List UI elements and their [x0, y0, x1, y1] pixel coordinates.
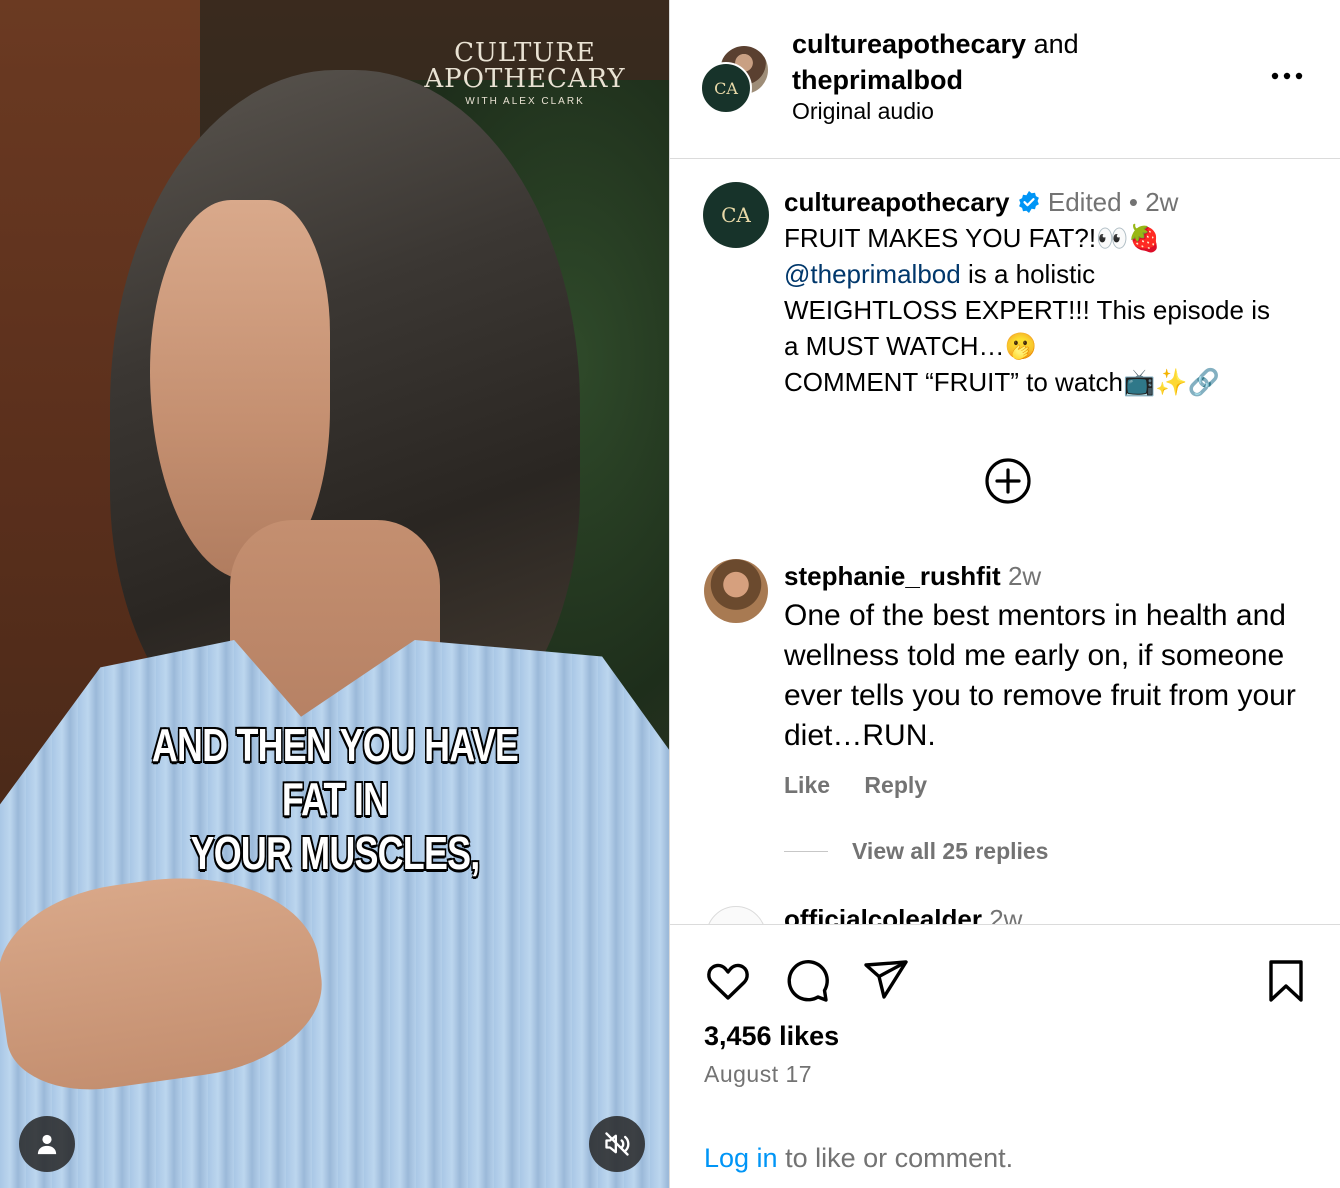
- post-caption: cultureapothecary Edited • 2w FRUIT MAKE…: [784, 184, 1314, 400]
- subtitle-line-2: YOUR MUSCLES,: [190, 827, 481, 879]
- comment-actions: Like Reply: [784, 772, 955, 799]
- tagged-users-button[interactable]: [19, 1116, 75, 1172]
- brand-line-1: CULTURE: [454, 38, 596, 68]
- verified-badge-icon: [1018, 191, 1039, 213]
- more-icon[interactable]: [1270, 66, 1304, 86]
- likes-count[interactable]: 3,456 likes: [704, 1021, 839, 1052]
- caption-line-1: FRUIT MAKES YOU FAT?!👀🍓: [784, 223, 1161, 253]
- post-panel: CA cultureapothecary and theprimalbod Or…: [669, 0, 1340, 1188]
- caption-line-5: COMMENT “FRUIT” to watch📺✨🔗: [784, 367, 1221, 397]
- view-replies-button[interactable]: View all 25 replies: [784, 838, 1048, 865]
- post-date[interactable]: August 17: [704, 1061, 812, 1088]
- author-logo-text: CA: [714, 78, 738, 98]
- subtitle-line-1: AND THEN YOU HAVE FAT IN: [151, 719, 519, 825]
- caption-edited-label: Edited: [1047, 187, 1122, 217]
- next-comment-avatar[interactable]: [706, 906, 766, 924]
- plus-circle-icon[interactable]: [983, 456, 1033, 506]
- post-footer: 3,456 likes August 17 Log in to like or …: [670, 924, 1340, 1188]
- caption-line-2: is a holistic: [960, 259, 1096, 289]
- caption-mention[interactable]: @theprimalbod: [784, 259, 961, 289]
- caption-avatar[interactable]: CA: [703, 182, 769, 248]
- caption-username[interactable]: cultureapothecary: [784, 187, 1009, 217]
- user-icon: [37, 1134, 57, 1155]
- login-prompt-text: to like or comment.: [777, 1143, 1014, 1173]
- mute-toggle-button[interactable]: [589, 1116, 645, 1172]
- comment-time[interactable]: 2w: [1008, 561, 1041, 591]
- caption-line-3: WEIGHTLOSS EXPERT!!! This episode is: [784, 295, 1270, 325]
- speaker-muted-icon: [605, 1132, 630, 1156]
- login-link[interactable]: Log in: [704, 1143, 778, 1173]
- authors-joiner: and: [1033, 29, 1079, 59]
- author-avatar[interactable]: CA: [700, 62, 752, 114]
- comment: stephanie_rushfit 2w One of the best men…: [784, 558, 1304, 756]
- caption-separator: •: [1128, 187, 1138, 217]
- reel-video[interactable]: CULTURE APOTHECARY WITH ALEX CLARK AND T…: [0, 0, 669, 1188]
- comment-text: One of the best mentors in health and we…: [784, 599, 1296, 752]
- brand-line-3: WITH ALEX CLARK: [465, 96, 585, 107]
- comment-avatar[interactable]: [704, 559, 768, 623]
- post-header: CA cultureapothecary and theprimalbod Or…: [670, 0, 1340, 159]
- comment-icon[interactable]: [783, 957, 831, 1005]
- next-comment-username[interactable]: officialcolealder: [784, 904, 982, 924]
- next-comment-time[interactable]: 2w: [989, 904, 1022, 924]
- post-comments-area[interactable]: CA cultureapothecary Edited • 2w FRUIT M…: [670, 160, 1340, 924]
- replies-divider: [784, 851, 828, 852]
- post-authors: cultureapothecary and theprimalbod: [792, 26, 1079, 98]
- video-brand-watermark: CULTURE APOTHECARY WITH ALEX CLARK: [400, 40, 650, 107]
- heart-icon[interactable]: [704, 957, 752, 1005]
- caption-time[interactable]: 2w: [1145, 187, 1178, 217]
- login-prompt: Log in to like or comment.: [704, 1143, 1013, 1174]
- brand-line-2: APOTHECARY: [424, 64, 626, 94]
- next-comment: officialcolealder 2w: [784, 904, 1022, 924]
- caption-line-4: a MUST WATCH…🫢: [784, 331, 1037, 361]
- comment-reply-button[interactable]: Reply: [864, 772, 927, 798]
- view-replies-label: View all 25 replies: [852, 838, 1049, 864]
- caption-logo-text: CA: [721, 203, 751, 227]
- share-icon[interactable]: [862, 957, 910, 1005]
- author-username[interactable]: cultureapothecary: [792, 29, 1026, 59]
- bookmark-icon[interactable]: [1262, 957, 1310, 1005]
- comment-username[interactable]: stephanie_rushfit: [784, 561, 1001, 591]
- video-subtitle: AND THEN YOU HAVE FAT IN YOUR MUSCLES,: [121, 718, 550, 880]
- audio-link[interactable]: Original audio: [792, 98, 934, 125]
- collaborator-username[interactable]: theprimalbod: [792, 65, 963, 95]
- comment-like-button[interactable]: Like: [784, 772, 830, 798]
